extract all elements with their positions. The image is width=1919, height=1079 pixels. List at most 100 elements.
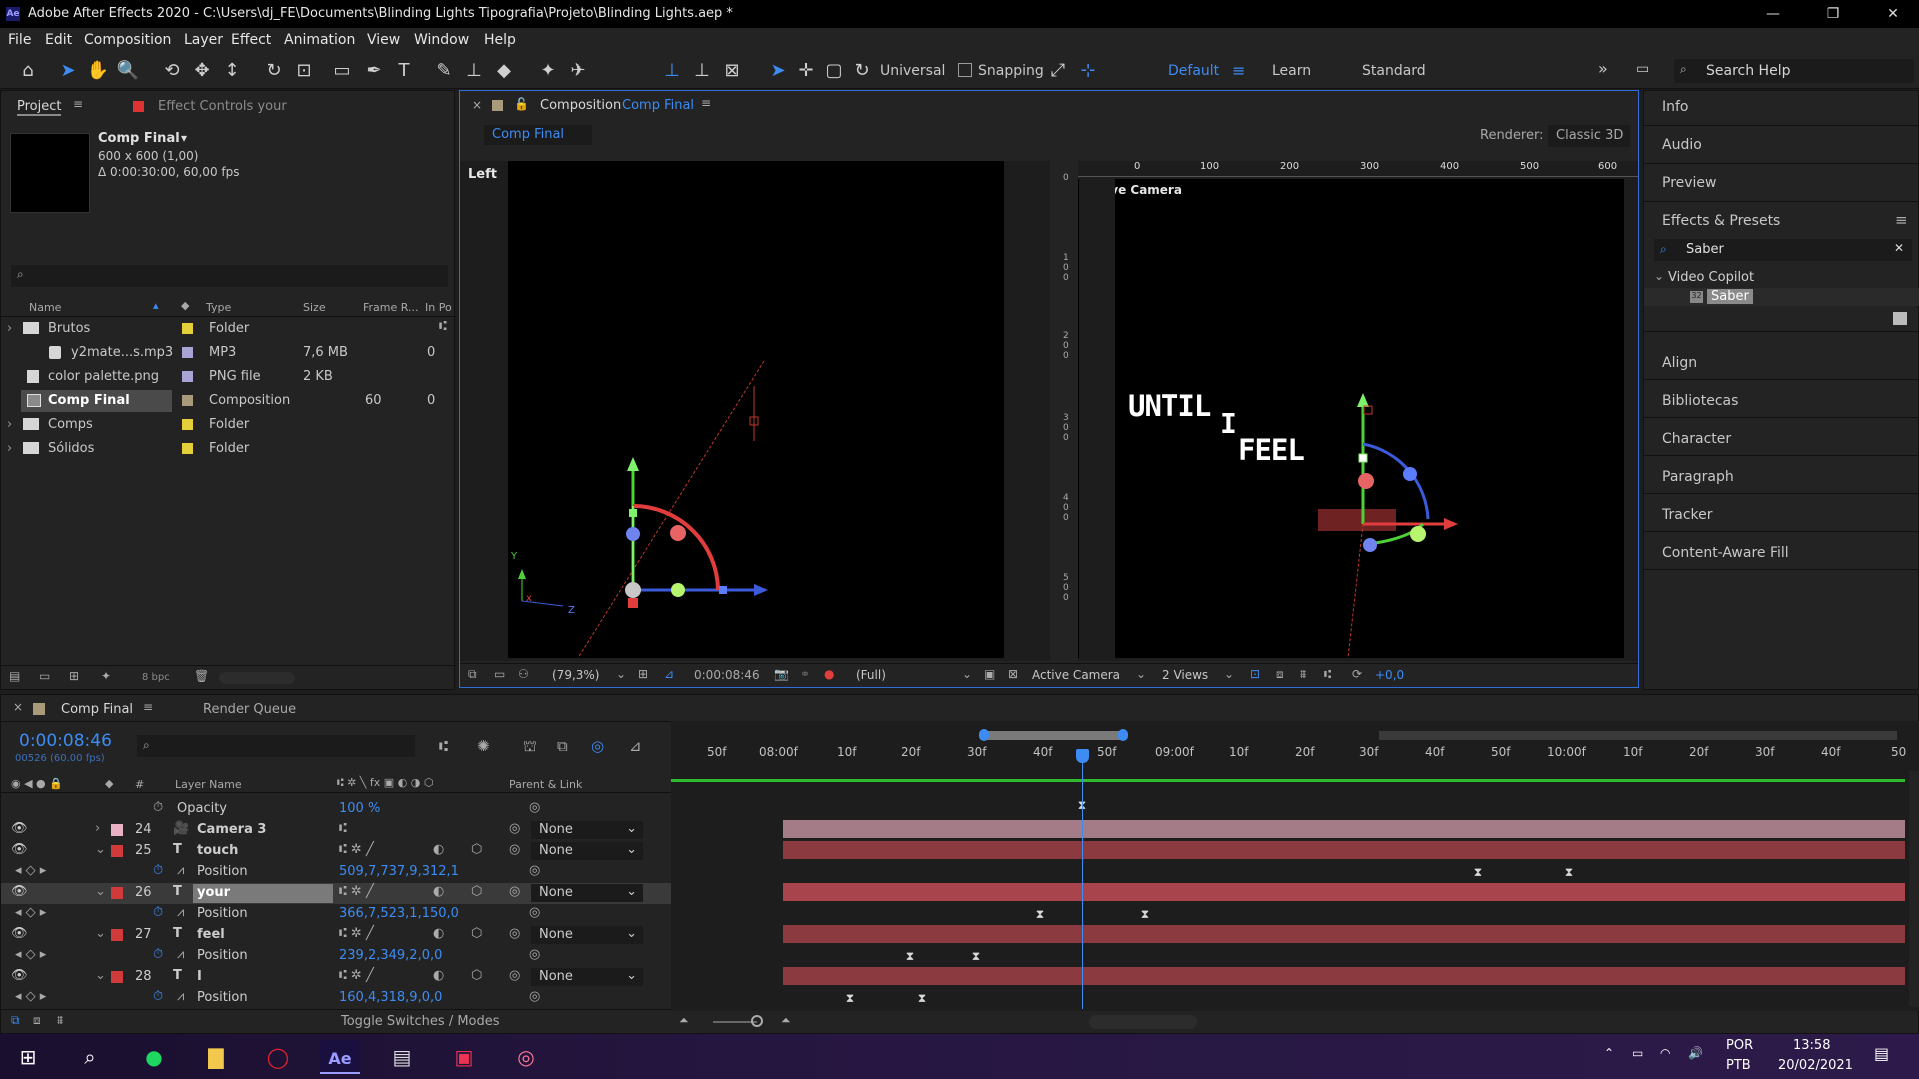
menu-effect[interactable]: Effect [231, 32, 271, 48]
property-value[interactable]: 160,4,318,9,0,0 [339, 990, 442, 1005]
label-color[interactable] [182, 347, 193, 358]
parent-pickwhip-icon[interactable]: ◎ [509, 842, 520, 857]
layer-collapse-icon[interactable]: ⌄ [95, 842, 106, 857]
camera-dropdown-icon[interactable]: ⌄ [1136, 667, 1146, 681]
list-item[interactable]: › Brutos Folder ⑆ [1, 317, 456, 341]
workspace-learn[interactable]: Learn [1272, 63, 1311, 79]
layer-switches-icons[interactable]: ⑆ ✲ ╱ [339, 926, 374, 941]
new-comp-icon[interactable]: ⊞ [69, 669, 79, 683]
zoom-value[interactable]: (79,3%) [552, 668, 599, 682]
visibility-eye-icon[interactable]: 👁 [11, 821, 28, 836]
label-color[interactable] [182, 395, 193, 406]
3d-layer-switch-icon[interactable]: ⬡ [471, 926, 482, 941]
tab-comp-name[interactable]: Comp Final [622, 98, 694, 113]
workspace-default[interactable]: Default [1168, 63, 1219, 79]
tab-render-queue[interactable]: Render Queue [203, 702, 296, 717]
zoom-out-icon[interactable]: ⏶ [679, 1013, 689, 1028]
timeline-vertical-scrollbar[interactable] [1909, 771, 1919, 1007]
zoom-in-icon[interactable]: ⏶ [781, 1013, 791, 1028]
parent-pickwhip-icon[interactable]: ◎ [509, 926, 520, 941]
transparency-grid-icon[interactable]: ⊠ [1008, 667, 1018, 681]
app-window-icon[interactable]: ▤ [382, 1040, 422, 1074]
visibility-eye-icon[interactable]: 👁 [11, 842, 28, 857]
sync-icon[interactable]: ▭ [1636, 61, 1649, 77]
layer-bar-touch[interactable] [783, 841, 1905, 859]
menu-edit[interactable]: Edit [45, 32, 72, 48]
layer-bar-feel[interactable] [783, 925, 1905, 943]
graph-icon[interactable]: ⩘ [177, 863, 184, 878]
layer-bar-i[interactable] [783, 967, 1905, 985]
menu-animation[interactable]: Animation [284, 32, 355, 48]
frame-blending-icon[interactable]: ⧉ [557, 737, 568, 755]
layer-name[interactable]: your [197, 885, 230, 900]
rotate-icon[interactable]: ↻ [850, 59, 874, 83]
effects-search-input[interactable]: ⌕ Saber ✕ [1654, 239, 1912, 261]
channels-icon[interactable]: ● [824, 667, 834, 681]
panel-bibliotecas[interactable]: Bibliotecas [1662, 393, 1738, 409]
selection-tool-icon[interactable]: ➤ [56, 59, 80, 83]
visibility-eye-icon[interactable]: 👁 [11, 926, 28, 941]
minimize-button[interactable]: — [1750, 0, 1796, 28]
wifi-icon[interactable]: ◠ [1660, 1046, 1670, 1060]
label-color[interactable] [182, 371, 193, 382]
list-item[interactable]: color palette.png PNG file 2 KB [1, 365, 456, 389]
volume-icon[interactable]: 🔊 [1688, 1046, 1703, 1060]
keyframe[interactable]: ⧗ [1140, 908, 1150, 920]
snapping-checkbox[interactable] [958, 63, 972, 77]
layer-bar-camera3[interactable] [783, 820, 1905, 838]
effects-menu-icon[interactable]: ≡ [1895, 211, 1908, 229]
label-color[interactable] [182, 443, 193, 454]
property-value[interactable]: 509,7,737,9,312,1 [339, 864, 459, 879]
resolution-dropdown-icon[interactable]: ⌄ [962, 667, 972, 681]
3d-draft-icon[interactable]: ⧈ [1276, 667, 1284, 682]
safe-margins-icon[interactable]: ⊞ [638, 667, 648, 681]
col-type[interactable]: Type [206, 301, 231, 314]
close-timeline-icon[interactable]: × [13, 700, 23, 714]
property-value[interactable]: 366,7,523,1,150,0 [339, 906, 459, 921]
col-name[interactable]: Name [29, 301, 61, 314]
universal-label[interactable]: Universal [880, 63, 945, 79]
timeline-graph-area[interactable]: 50f 08:00f 10f 20f 30f 40f 50f 09:00f 10… [671, 721, 1919, 1011]
project-menu-icon[interactable]: ≡ [73, 97, 83, 111]
keyboard-layout[interactable]: PTB [1726, 1058, 1751, 1073]
show-snapshot-icon[interactable]: ⚭ [800, 667, 810, 681]
layer-collapse-icon[interactable]: ⌄ [95, 968, 106, 983]
label-color[interactable] [182, 419, 193, 430]
parent-dropdown[interactable]: None ⌄ [531, 884, 643, 902]
expand-icon[interactable]: › [7, 321, 12, 336]
visibility-eye-icon[interactable]: 👁 [11, 884, 28, 899]
panel-preview[interactable]: Preview [1662, 175, 1717, 191]
tray-expand-icon[interactable]: ⌃ [1604, 1046, 1614, 1060]
active-camera-viewer[interactable]: 0 1 0 0 2 0 0 3 0 0 4 0 0 5 0 0 0 100 20… [1060, 161, 1638, 661]
table-row[interactable]: ◂ ◇ ▸ ⏱ ⩘ Position 160,4,318,9,0,0 ◎ [1, 988, 671, 1009]
tab-project[interactable]: Project [17, 99, 62, 116]
col-size[interactable]: Size [303, 301, 326, 314]
sort-asc-icon[interactable]: ▴ [153, 299, 159, 312]
layer-label-color[interactable] [111, 971, 123, 983]
table-row[interactable]: 👁 ⌄ 28 T I ⑆ ✲ ╱ ◐ ⬡ ◎ None ⌄ [1, 967, 671, 988]
parent-dropdown[interactable]: None ⌄ [531, 968, 643, 986]
current-time[interactable]: 0:00:08:46 [694, 668, 760, 682]
menu-help[interactable]: Help [484, 32, 516, 48]
keyframe[interactable]: ⧗ [1564, 866, 1574, 878]
layer-name-header[interactable]: Layer Name [175, 778, 242, 791]
parent-pickwhip-icon[interactable]: ◎ [509, 968, 520, 983]
list-item[interactable]: › Comps Folder [1, 413, 456, 437]
stopwatch-icon[interactable]: ⏱ [153, 947, 163, 962]
parent-link-header[interactable]: Parent & Link [509, 778, 582, 791]
axis-view-icon[interactable]: ⊠ [720, 59, 744, 83]
language-code[interactable]: POR [1726, 1038, 1753, 1053]
keyframe-nav-icons[interactable]: ◂ ◇ ▸ [15, 989, 46, 1004]
orbit-camera-icon[interactable]: ⟲ [160, 59, 184, 83]
dolly-camera-icon[interactable]: ↕ [220, 59, 244, 83]
label-tag-icon[interactable]: ◆ [181, 299, 189, 312]
keyframe[interactable]: ⧗ [917, 992, 927, 1004]
monitor-icon[interactable]: ▭ [494, 667, 505, 681]
table-row[interactable]: ◂ ◇ ▸ ⏱ ⩘ Position 509,7,737,9,312,1 ◎ [1, 862, 671, 883]
graph-icon[interactable]: ⩘ [177, 947, 184, 962]
panel-paragraph[interactable]: Paragraph [1662, 469, 1734, 485]
layer-name[interactable]: Camera 3 [197, 822, 266, 837]
snapshot-icon[interactable]: 📷 [774, 667, 789, 681]
panel-align[interactable]: Align [1662, 355, 1697, 371]
effect-row[interactable]: 32 Saber [1644, 288, 1919, 306]
